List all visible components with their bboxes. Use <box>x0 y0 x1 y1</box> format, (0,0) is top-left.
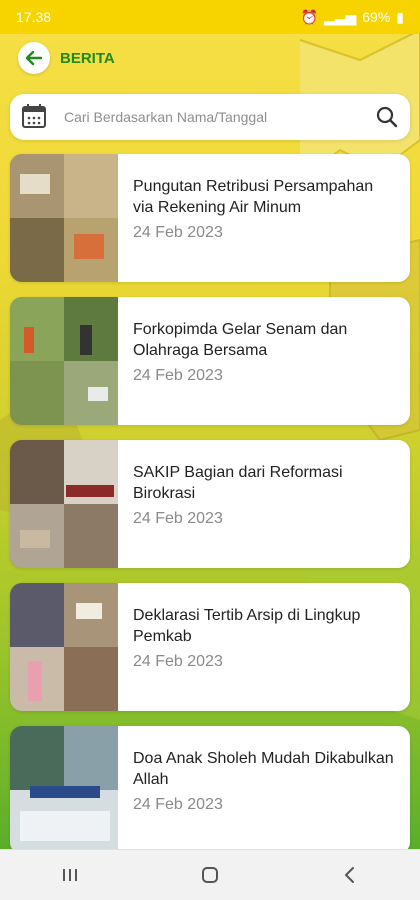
back-nav-icon[interactable] <box>335 860 365 890</box>
news-thumbnail <box>10 583 118 711</box>
news-card[interactable]: Forkopimda Gelar Senam dan Olahraga Bers… <box>10 297 410 425</box>
status-time: 17.38 <box>16 9 52 25</box>
news-card[interactable]: Pungutan Retribusi Persampahan via Reken… <box>10 154 410 282</box>
home-icon[interactable] <box>195 860 225 890</box>
news-card[interactable]: Doa Anak Sholeh Mudah Dikabulkan Allah 2… <box>10 726 410 854</box>
system-nav-bar <box>0 849 420 900</box>
search-icon[interactable] <box>366 94 410 140</box>
news-date: 24 Feb 2023 <box>133 367 223 384</box>
battery-icon: ▮ <box>396 8 404 25</box>
status-bar: 17.38 ⏰ ▂▃▅ 69% ▮ <box>0 0 420 34</box>
news-title: Doa Anak Sholeh Mudah Dikabulkan Allah <box>133 750 394 788</box>
battery-text: 69% <box>362 9 391 25</box>
news-thumbnail <box>10 726 118 854</box>
arrow-left-icon <box>25 50 43 66</box>
signal-icon: ▂▃▅ <box>323 8 357 25</box>
back-button[interactable] <box>18 42 50 74</box>
news-date: 24 Feb 2023 <box>133 224 223 241</box>
alarm-icon: ⏰ <box>300 8 318 25</box>
calendar-icon[interactable] <box>10 94 56 140</box>
news-date: 24 Feb 2023 <box>133 796 223 813</box>
page-title: BERITA <box>60 49 115 67</box>
search-bar <box>10 94 410 140</box>
search-input[interactable] <box>56 109 366 125</box>
news-title: Forkopimda Gelar Senam dan Olahraga Bers… <box>133 321 348 359</box>
news-title: Deklarasi Tertib Arsip di Lingkup Pemkab <box>133 607 361 645</box>
status-icons: ⏰ ▂▃▅ 69% ▮ <box>301 9 405 26</box>
news-date: 24 Feb 2023 <box>133 653 223 670</box>
news-date: 24 Feb 2023 <box>133 510 223 527</box>
news-thumbnail <box>10 297 118 425</box>
news-title: Pungutan Retribusi Persampahan via Reken… <box>133 178 374 216</box>
app-bar: BERITA <box>0 38 420 78</box>
news-card[interactable]: SAKIP Bagian dari Reformasi Birokrasi 24… <box>10 440 410 568</box>
news-card[interactable]: Deklarasi Tertib Arsip di Lingkup Pemkab… <box>10 583 410 711</box>
news-thumbnail <box>10 154 118 282</box>
news-list: Pungutan Retribusi Persampahan via Reken… <box>10 154 410 869</box>
news-title: SAKIP Bagian dari Reformasi Birokrasi <box>133 464 343 502</box>
news-thumbnail <box>10 440 118 568</box>
recents-icon[interactable] <box>55 860 85 890</box>
